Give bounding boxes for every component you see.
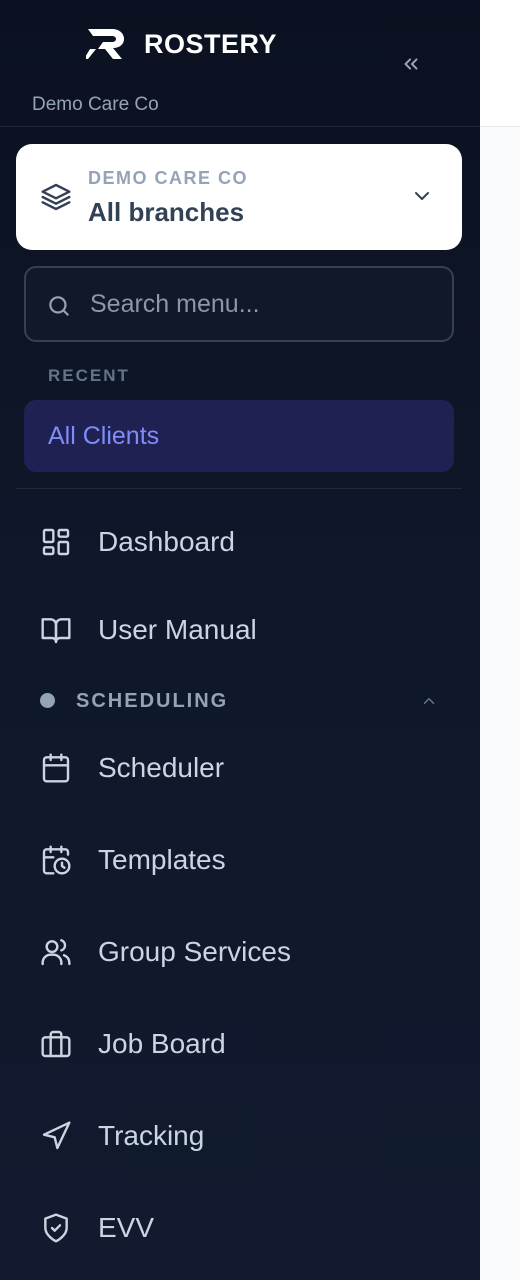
nav-item-job-board[interactable]: Job Board (24, 1008, 454, 1080)
nav-item-scheduler[interactable]: Scheduler (24, 732, 454, 804)
recent-heading: RECENT (48, 366, 130, 385)
branch-selector[interactable]: DEMO CARE CO All branches (16, 144, 462, 250)
nav-item-label: Job Board (98, 1028, 226, 1059)
group-label: SCHEDULING (76, 690, 229, 712)
main-content-area (480, 0, 520, 1280)
nav-item-group-services[interactable]: Group Services (24, 916, 454, 988)
chevron-up-icon (423, 698, 435, 704)
book-icon (41, 618, 71, 644)
nav-item-label: Tracking (98, 1120, 205, 1151)
nav-item-evv[interactable]: EVV (24, 1192, 454, 1264)
branch-selector-value: All branches (88, 197, 245, 227)
nav-item-user-manual[interactable]: User Manual (24, 594, 454, 666)
recent-item-label: All Clients (48, 422, 160, 450)
organization-name: Demo Care Co (32, 94, 159, 115)
navigation-icon (42, 1121, 71, 1150)
sidebar: ROSTERY Demo Care Co DEMO CARE CO All br… (0, 0, 480, 1280)
rostery-logo-icon (86, 29, 124, 59)
branch-selector-org: DEMO CARE CO (88, 168, 249, 188)
search-icon (49, 296, 69, 316)
nav-item-label: Templates (98, 844, 226, 875)
main-topbar (480, 0, 520, 127)
nav-item-label: Scheduler (98, 752, 225, 783)
dashboard-icon (42, 528, 70, 556)
search-menu-input[interactable] (90, 280, 430, 328)
nav-item-tracking[interactable]: Tracking (24, 1100, 454, 1172)
calendar-icon (42, 753, 70, 783)
brand-name: ROSTERY (144, 29, 278, 59)
recent-item-all-clients[interactable]: All Clients (24, 400, 454, 472)
divider (16, 488, 462, 489)
group-header-scheduling[interactable]: SCHEDULING (24, 684, 454, 718)
nav-item-label: Group Services (98, 936, 291, 967)
nav-item-label: User Manual (98, 614, 257, 645)
nav-item-label: EVV (98, 1212, 155, 1243)
users-icon (41, 939, 71, 966)
nav-item-label: Dashboard (98, 526, 235, 557)
divider (0, 126, 480, 127)
nav-item-dashboard[interactable]: Dashboard (24, 506, 454, 578)
collapse-sidebar-button[interactable] (396, 49, 426, 79)
group-dot-icon (40, 693, 55, 708)
search-menu-box[interactable] (24, 266, 454, 342)
chevron-down-icon (415, 192, 429, 200)
layers-icon (41, 183, 71, 211)
briefcase-icon (41, 1030, 71, 1058)
calendar-clock-icon (42, 845, 71, 875)
shield-check-icon (44, 1213, 68, 1243)
sidebar-header: ROSTERY (0, 0, 480, 90)
nav-item-templates[interactable]: Templates (24, 824, 454, 896)
chevrons-left-icon (404, 58, 418, 70)
